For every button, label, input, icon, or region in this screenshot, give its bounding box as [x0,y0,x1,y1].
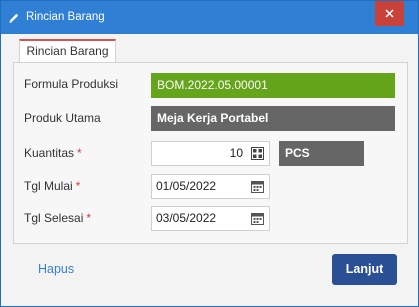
formula-label: Formula Produksi [24,77,119,91]
dialog-window: Rincian Barang Rincian Barang Formula Pr… [0,0,419,307]
unit-field: PCS [279,141,364,166]
formula-field[interactable]: BOM.2022.05.00001 [151,73,395,98]
title-bar: Rincian Barang [1,1,418,34]
start-date-input[interactable]: 01/05/2022 [151,174,270,199]
end-date-input[interactable]: 03/05/2022 [151,206,270,231]
pencil-icon [9,13,19,23]
end-date-value: 03/05/2022 [156,211,217,225]
close-icon [385,9,394,18]
required-mark: * [75,179,81,193]
calendar-icon[interactable] [251,212,264,225]
start-date-label: Tgl Mulai * [24,179,80,193]
quantity-label: Kuantitas * [24,146,82,160]
required-mark: * [86,211,92,225]
window-title: Rincian Barang [26,11,105,23]
required-mark: * [77,146,82,160]
next-button[interactable]: Lanjut [332,254,397,285]
quantity-value: 10 [229,146,243,160]
product-field[interactable]: Meja Kerja Portabel [151,106,395,131]
end-date-label: Tgl Selesai * [24,211,91,225]
product-label: Produk Utama [24,111,101,125]
quantity-input[interactable]: 10 [151,141,270,166]
close-button[interactable] [375,1,404,26]
start-date-value: 01/05/2022 [156,179,217,193]
tab-rincian-barang[interactable]: Rincian Barang [19,39,116,63]
start-date-label-text: Tgl Mulai [24,179,73,193]
delete-link[interactable]: Hapus [38,262,74,276]
calculator-icon[interactable] [251,147,264,160]
end-date-label-text: Tgl Selesai [24,211,84,225]
quantity-label-text: Kuantitas [24,146,75,160]
calendar-icon[interactable] [251,180,264,193]
